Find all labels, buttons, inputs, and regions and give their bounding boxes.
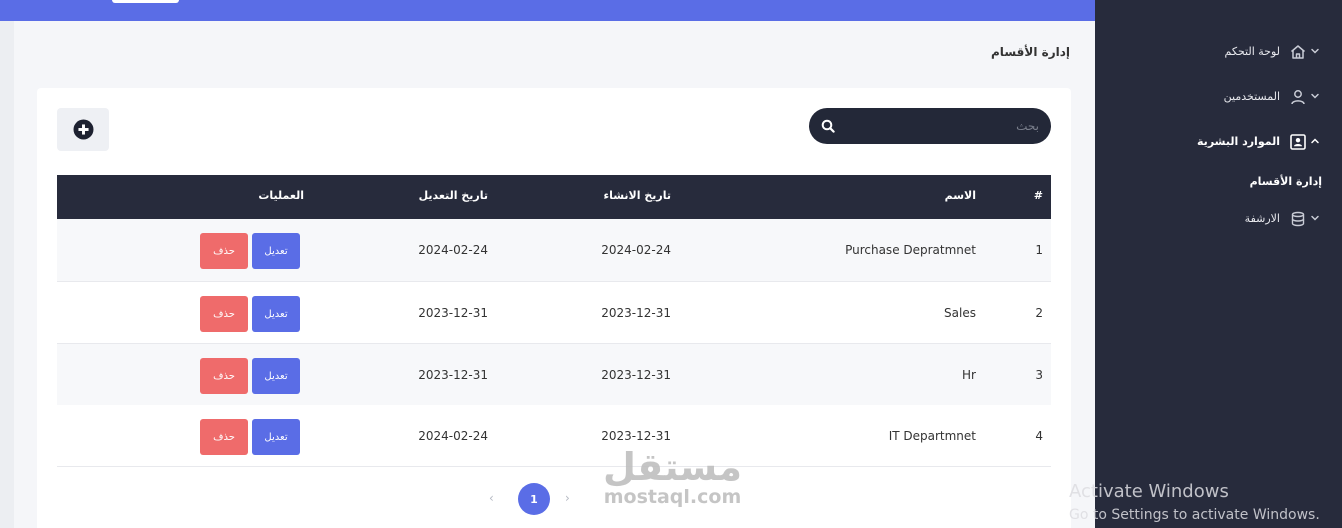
- table-row: 4 IT Departmnet 2023-12-31 2024-02-24 تع…: [57, 405, 1051, 467]
- plus-circle-icon: [73, 119, 93, 140]
- row-name: Hr: [962, 368, 976, 382]
- pagination-current-page[interactable]: 1: [518, 483, 550, 515]
- windows-activation-notice: Activate Windows Go to Settings to activ…: [1069, 481, 1320, 525]
- edit-button[interactable]: تعديل: [252, 419, 300, 455]
- header-created: تاريخ الانشاء: [603, 189, 671, 202]
- top-bar: [0, 0, 1095, 21]
- activation-title: Activate Windows: [1069, 481, 1229, 502]
- edit-button[interactable]: تعديل: [252, 296, 300, 332]
- row-num: 1: [1035, 243, 1043, 257]
- row-num: 3: [1035, 368, 1043, 382]
- row-modified: 2023-12-31: [418, 368, 488, 382]
- pagination-prev[interactable]: ‹: [489, 491, 494, 505]
- delete-button[interactable]: حذف: [200, 296, 248, 332]
- delete-button[interactable]: حذف: [200, 419, 248, 455]
- edit-button[interactable]: تعديل: [252, 358, 300, 394]
- watermark-arabic: مستقل: [603, 445, 742, 489]
- row-modified: 2024-02-24: [418, 429, 488, 443]
- chevron-up-icon: [1311, 138, 1319, 144]
- header-operations: العمليات: [258, 189, 304, 202]
- table-header: # الاسم تاريخ الانشاء تاريخ التعديل العم…: [57, 175, 1051, 219]
- left-strip: [0, 21, 14, 528]
- pagination: ‹ 1 ›: [0, 483, 1095, 515]
- sidebar: لوحة التحكم المستخدمين الموارد البشرية إ…: [1095, 0, 1342, 528]
- header-modified: تاريخ التعديل: [418, 189, 488, 202]
- row-modified: 2024-02-24: [418, 243, 488, 257]
- row-created: 2023-12-31: [601, 306, 671, 320]
- header-num: #: [1033, 189, 1043, 202]
- activation-subtitle: Go to Settings to activate Windows.: [1069, 507, 1320, 523]
- id-card-icon: [1290, 134, 1306, 150]
- user-icon: [1291, 90, 1305, 105]
- sidebar-item-dashboard[interactable]: لوحة التحكم: [1095, 37, 1342, 67]
- sidebar-item-users[interactable]: المستخدمين: [1095, 82, 1342, 112]
- table-row: 1 Purchase Depratmnet 2024-02-24 2024-02…: [57, 219, 1051, 281]
- sidebar-item-label: الموارد البشرية: [1197, 135, 1280, 148]
- row-divider: [57, 466, 1051, 467]
- page-title: إدارة الأقسام: [991, 45, 1070, 59]
- chevron-down-icon: [1311, 93, 1319, 99]
- row-name: Sales: [944, 306, 976, 320]
- search-input[interactable]: [849, 108, 1039, 144]
- add-department-button[interactable]: [57, 108, 109, 151]
- top-bar-chip[interactable]: [112, 0, 179, 3]
- row-num: 2: [1035, 306, 1043, 320]
- row-created: 2023-12-31: [601, 368, 671, 382]
- database-icon: [1291, 211, 1305, 227]
- sidebar-item-label: المستخدمين: [1223, 90, 1280, 103]
- home-icon: [1291, 45, 1305, 59]
- sidebar-item-label: الارشفة: [1244, 212, 1280, 225]
- table-row: 2 Sales 2023-12-31 2023-12-31 تعديل حذف: [57, 282, 1051, 344]
- delete-button[interactable]: حذف: [200, 358, 248, 394]
- row-num: 4: [1035, 429, 1043, 443]
- pagination-next[interactable]: ›: [565, 491, 570, 505]
- edit-button[interactable]: تعديل: [252, 233, 300, 269]
- delete-button[interactable]: حذف: [200, 233, 248, 269]
- chevron-down-icon: [1311, 48, 1319, 54]
- table-row: 3 Hr 2023-12-31 2023-12-31 تعديل حذف: [57, 344, 1051, 406]
- row-name: Purchase Depratmnet: [845, 243, 976, 257]
- header-name: الاسم: [944, 189, 976, 202]
- sidebar-item-label: لوحة التحكم: [1224, 45, 1280, 58]
- chevron-down-icon: [1311, 215, 1319, 221]
- sidebar-item-human-resources[interactable]: الموارد البشرية: [1095, 127, 1342, 157]
- row-created: 2024-02-24: [601, 243, 671, 257]
- search-box: [809, 108, 1051, 144]
- row-name: IT Departmnet: [888, 429, 976, 443]
- search-icon: [821, 119, 835, 133]
- row-modified: 2023-12-31: [418, 306, 488, 320]
- row-created: 2023-12-31: [601, 429, 671, 443]
- sidebar-subitem-departments[interactable]: إدارة الأقسام: [1250, 175, 1322, 188]
- sidebar-item-archive[interactable]: الارشفة: [1095, 204, 1342, 234]
